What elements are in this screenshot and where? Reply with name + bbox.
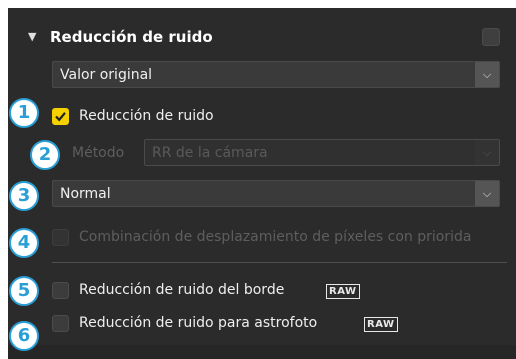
preset-select-value: Valor original: [60, 67, 153, 83]
checkmark-icon: [55, 112, 66, 122]
pixel-shift-checkbox: [52, 229, 69, 246]
raw-badge: RAW: [364, 317, 398, 332]
callout-3: 3: [9, 181, 39, 211]
method-select-value: RR de la cámara: [152, 145, 268, 161]
method-label: Método: [72, 145, 125, 161]
edge-noise-reduction-checkbox[interactable]: [52, 282, 69, 299]
noise-reduction-label: Reducción de ruido: [79, 108, 214, 124]
chevron-down-icon: ⌵: [475, 140, 499, 165]
astro-noise-reduction-checkbox[interactable]: [52, 315, 69, 332]
chevron-down-icon: ⌵: [475, 181, 499, 206]
callout-2: 2: [30, 140, 60, 170]
strength-select[interactable]: Normal ⌵: [52, 180, 500, 207]
divider: [52, 262, 507, 263]
pixel-shift-label: Combinación de desplazamiento de píxeles…: [79, 229, 472, 245]
strength-select-value: Normal: [60, 186, 111, 202]
raw-badge: RAW: [326, 284, 360, 299]
preset-select[interactable]: Valor original ⌵: [52, 61, 500, 88]
edge-noise-reduction-label: Reducción de ruido del borde: [79, 282, 285, 298]
noise-reduction-checkbox[interactable]: [52, 108, 69, 125]
callout-5: 5: [9, 276, 39, 306]
callout-6: 6: [9, 321, 39, 351]
callout-1: 1: [9, 98, 39, 128]
astro-noise-reduction-label: Reducción de ruido para astrofoto: [79, 315, 318, 331]
panel-bottom-strip: [8, 345, 516, 359]
method-select: RR de la cámara ⌵: [144, 139, 500, 166]
chevron-down-icon: ⌵: [475, 62, 499, 87]
callout-4: 4: [9, 228, 39, 258]
triangle-down-icon[interactable]: ▼: [28, 30, 36, 43]
section-title: Reducción de ruido: [50, 28, 213, 46]
section-toggle-checkbox[interactable]: [482, 28, 500, 46]
